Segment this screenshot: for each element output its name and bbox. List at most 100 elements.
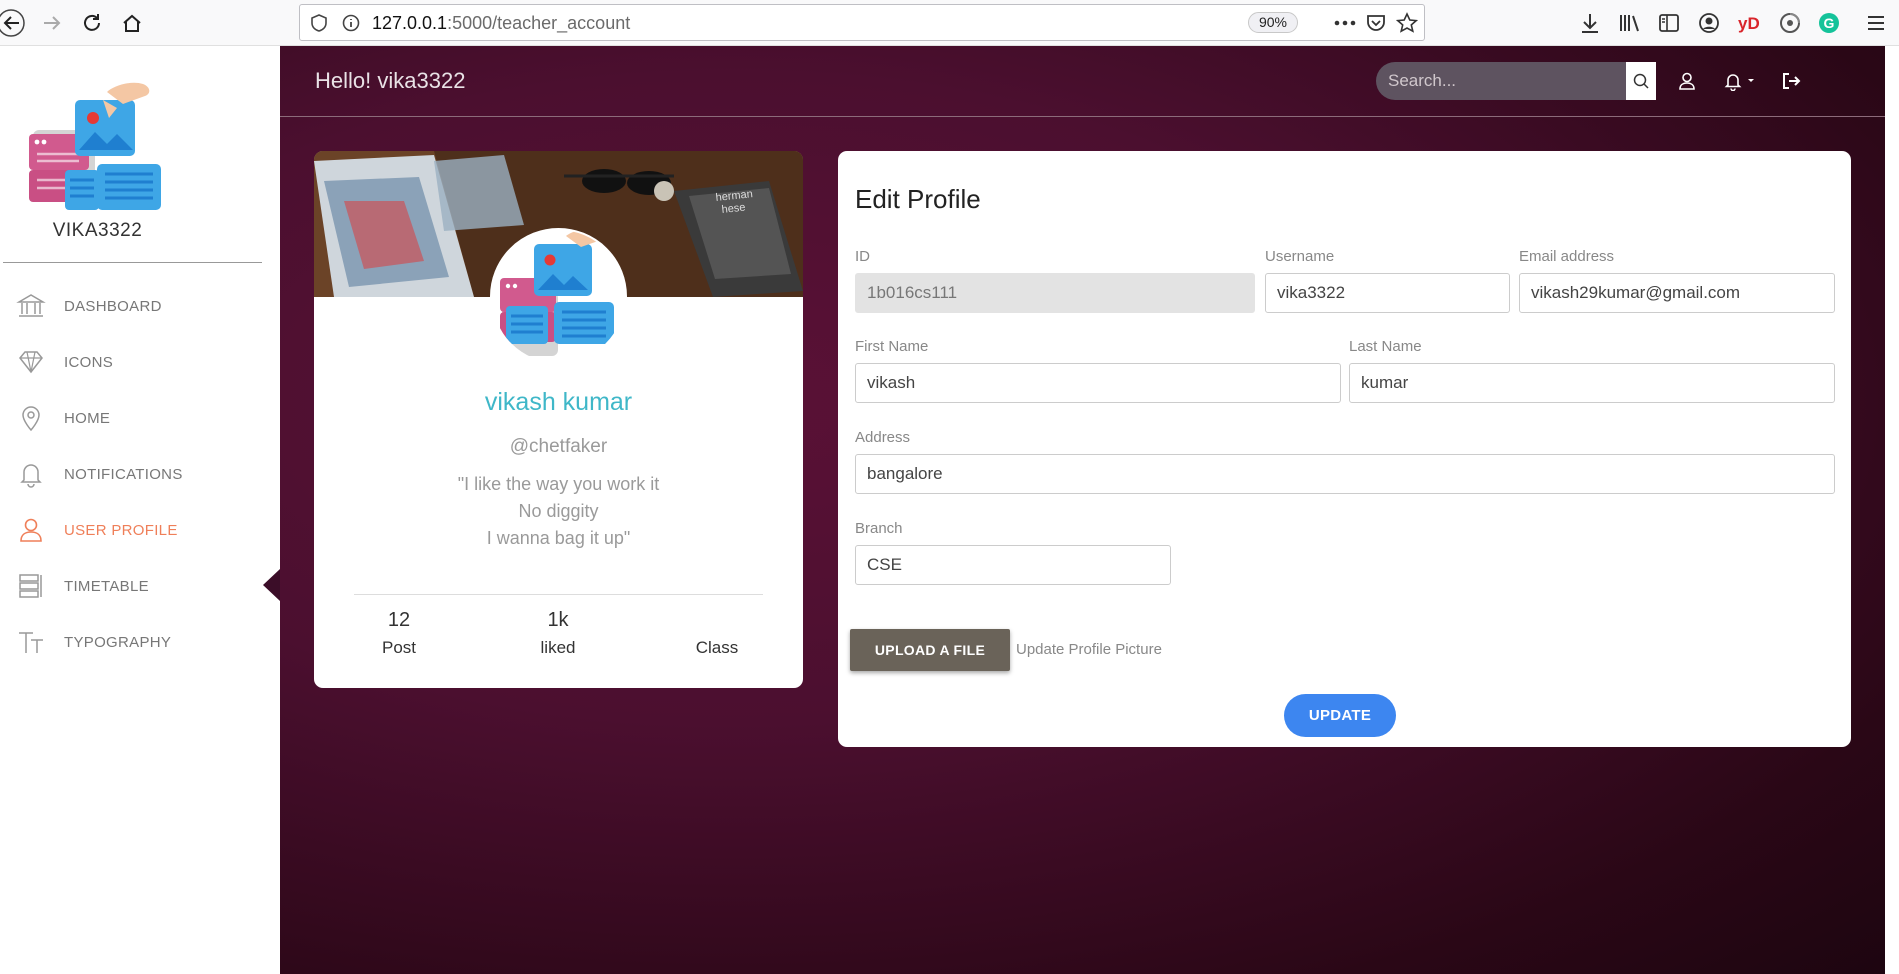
stat-value (657, 609, 777, 632)
profile-card: herman hese vikash kumar @chetfaker "I l… (314, 151, 803, 688)
url-text[interactable]: 127.0.0.1:5000/teacher_account (372, 13, 630, 34)
extension-disc-icon[interactable] (1776, 9, 1804, 37)
menu-icon[interactable] (1862, 9, 1890, 37)
notifications-dropdown[interactable] (1720, 66, 1760, 96)
last-name-field[interactable] (1349, 363, 1835, 403)
card-divider (354, 594, 763, 595)
grammarly-icon[interactable]: G (1815, 9, 1843, 37)
back-arrow-icon (0, 9, 25, 37)
brand-logo[interactable] (27, 70, 167, 210)
sidebar: VIKA3322 DASHBOARD ICONS HOME NOTIFICATI… (0, 46, 280, 974)
search-button[interactable] (1626, 62, 1656, 100)
account-icon[interactable] (1695, 9, 1723, 37)
sidebar-item-label: USER PROFILE (64, 521, 178, 539)
browser-toolbar: 127.0.0.1:5000/teacher_account 90% yD G (0, 0, 1899, 46)
sidebar-item-home[interactable]: HOME (0, 398, 270, 438)
bell-dropdown-icon (1724, 74, 1754, 91)
person-icon (1679, 72, 1695, 90)
first-name-field[interactable] (855, 363, 1341, 403)
bank-icon (14, 289, 48, 323)
profile-handle: @chetfaker (509, 436, 608, 457)
sidebar-item-user-profile[interactable]: USER PROFILE (0, 510, 270, 550)
sidebar-item-label: HOME (64, 409, 111, 427)
search-icon (1633, 73, 1649, 89)
sidebar-item-typography[interactable]: TYPOGRAPHY (0, 622, 270, 662)
user-account-button[interactable] (1672, 66, 1702, 96)
topbar-divider (280, 116, 1885, 117)
stat-label: Post (381, 638, 417, 657)
stat-value: 12 (387, 609, 411, 631)
bookmark-star-icon[interactable] (1396, 12, 1418, 34)
username-field[interactable] (1265, 273, 1510, 313)
quote-line: No diggity (518, 501, 599, 521)
search-input[interactable] (1376, 62, 1626, 100)
info-icon[interactable] (342, 14, 360, 32)
address-label: Address (855, 429, 911, 446)
library-icon[interactable] (1616, 9, 1644, 37)
edit-profile-card: Edit Profile ID Username Email address F… (838, 151, 1851, 747)
sidebar-item-label: NOTIFICATIONS (64, 465, 183, 483)
upload-hint: Update Profile Picture (1016, 641, 1162, 658)
search-container (1376, 62, 1632, 100)
id-label: ID (855, 248, 870, 265)
svg-text:G: G (1824, 15, 1835, 31)
update-button[interactable]: UPDATE (1284, 694, 1396, 737)
stat-label: Class (695, 638, 739, 657)
sidebar-item-label: DASHBOARD (64, 297, 162, 315)
main-panel: Hello! vika3322 herman hes (280, 46, 1899, 974)
quote-line: I wanna bag it up" (486, 528, 631, 548)
branch-label: Branch (855, 520, 903, 537)
first-name-label: First Name (855, 338, 929, 355)
forward-button[interactable] (34, 5, 70, 41)
email-field[interactable] (1519, 273, 1835, 313)
email-label: Email address (1519, 248, 1615, 265)
extension-yd-icon[interactable]: yD (1736, 9, 1764, 37)
map-pin-icon (14, 401, 48, 435)
forward-arrow-icon (44, 16, 61, 30)
stat-value: 1k (547, 609, 569, 631)
stat-class: Class (657, 609, 777, 658)
upload-file-button[interactable]: UPLOAD A FILE (850, 629, 1010, 671)
branch-field[interactable] (855, 545, 1171, 585)
address-field[interactable] (855, 454, 1835, 494)
profile-name: vikash kumar (484, 388, 633, 416)
sidebar-item-label: ICONS (64, 353, 114, 371)
bell-icon (14, 457, 48, 491)
back-button[interactable] (0, 5, 32, 41)
stat-posts: 12 Post (339, 609, 459, 658)
sidebar-item-dashboard[interactable]: DASHBOARD (0, 286, 270, 326)
active-indicator (263, 569, 280, 601)
sidebar-toggle-icon[interactable] (1655, 9, 1683, 37)
brand-name[interactable]: VIKA3322 (0, 220, 195, 242)
stat-liked: 1k liked (498, 609, 618, 658)
id-field (855, 273, 1255, 313)
shield-icon (311, 14, 327, 32)
svg-text:yD: yD (1738, 14, 1760, 33)
downloads-icon[interactable] (1576, 9, 1604, 37)
url-bar[interactable]: 127.0.0.1:5000/teacher_account 90% (299, 4, 1425, 41)
reload-button[interactable] (74, 5, 110, 41)
url-path: :5000/teacher_account (447, 13, 631, 33)
reload-icon (84, 14, 100, 31)
timetable-icon (14, 569, 48, 603)
last-name-label: Last Name (1349, 338, 1422, 355)
logout-button[interactable] (1776, 66, 1806, 96)
svg-text:hese: hese (721, 202, 746, 216)
zoom-badge[interactable]: 90% (1247, 12, 1298, 33)
home-button[interactable] (114, 5, 150, 41)
quote-line: "I like the way you work it (457, 474, 660, 494)
diamond-icon (14, 345, 48, 379)
stat-label: liked (540, 638, 576, 657)
user-icon (14, 513, 48, 547)
right-scroll-strip (1885, 46, 1899, 974)
avatar[interactable] (490, 228, 627, 365)
sidebar-item-icons[interactable]: ICONS (0, 342, 270, 382)
sidebar-item-notifications[interactable]: NOTIFICATIONS (0, 454, 270, 494)
home-icon (123, 14, 141, 32)
username-label: Username (1265, 248, 1335, 265)
sidebar-item-timetable[interactable]: TIMETABLE (0, 566, 270, 606)
greeting-text: Hello! vika3322 (315, 68, 466, 93)
more-actions-icon[interactable] (1334, 20, 1356, 26)
pocket-icon[interactable] (1366, 13, 1386, 33)
sidebar-item-label: TIMETABLE (64, 577, 149, 595)
